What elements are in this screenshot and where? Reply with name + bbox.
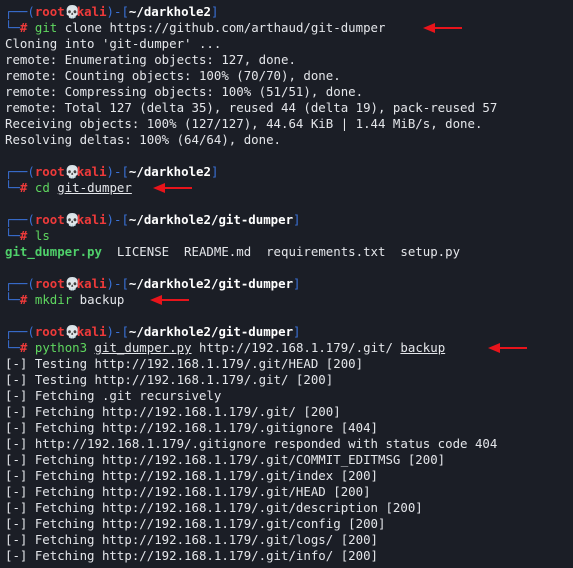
output-line: [-] Fetching http://192.168.1.179/.git/ …	[5, 404, 341, 419]
output-line: [-] Fetching http://192.168.1.179/.git/d…	[5, 500, 423, 515]
prompt-header: ┌──(root💀kali)-[~/darkhole2/git-dumper]	[5, 324, 301, 339]
ls-output: git_dumper.py LICENSE README.md requirem…	[5, 244, 461, 259]
output-line: [-] Fetching http://192.168.1.179/.git/H…	[5, 484, 371, 499]
skull-icon: 💀	[64, 164, 81, 179]
output-line: [-] Fetching http://192.168.1.179/.gitig…	[5, 420, 378, 435]
arrow-annotation-icon	[150, 295, 189, 305]
output-line: Receiving objects: 100% (127/127), 44.64…	[5, 116, 483, 131]
output-line: [-] Fetching http://192.168.1.179/.git/C…	[5, 452, 446, 467]
output-line: remote: Counting objects: 100% (70/70), …	[5, 68, 341, 83]
executable-file: git_dumper.py	[5, 244, 102, 259]
output-line: [-] Fetching http://192.168.1.179/.git/l…	[5, 532, 378, 547]
arrow-annotation-icon	[423, 23, 462, 33]
output-line: [-] Fetching http://192.168.1.179/.git/c…	[5, 516, 386, 531]
prompt-header: ┌──(root💀kali)-[~/darkhole2/git-dumper]	[5, 276, 301, 291]
skull-icon: 💀	[64, 4, 81, 19]
output-line: Cloning into 'git-dumper' ...	[5, 36, 222, 51]
prompt-header: ┌──(root💀kali)-[~/darkhole2]	[5, 4, 219, 19]
arrow-annotation-icon	[153, 183, 192, 193]
output-line: [-] Fetching http://192.168.1.179/.git/i…	[5, 468, 378, 483]
arrow-annotation-icon	[488, 343, 527, 353]
skull-icon: 💀	[64, 324, 81, 339]
command-line: └─# cd git-dumper	[5, 180, 573, 196]
skull-icon: 💀	[64, 212, 81, 227]
output-line: Resolving deltas: 100% (64/64), done.	[5, 132, 282, 147]
prompt-header: ┌──(root💀kali)-[~/darkhole2]	[5, 164, 219, 179]
output-line: [-] http://192.168.1.179/.gitignore resp…	[5, 436, 498, 451]
output-line: [-] Testing http://192.168.1.179/.git/ […	[5, 372, 334, 387]
skull-icon: 💀	[64, 276, 81, 291]
output-line: remote: Compressing objects: 100% (51/51…	[5, 84, 364, 99]
command-line: └─# ls	[5, 228, 50, 243]
prompt-header: ┌──(root💀kali)-[~/darkhole2/git-dumper]	[5, 212, 301, 227]
command-line: └─# mkdir backup	[5, 292, 573, 308]
output-line: [-] Fetching http://192.168.1.179/.git/i…	[5, 548, 378, 563]
output-line: remote: Enumerating objects: 127, done.	[5, 52, 296, 67]
output-line: [-] Testing http://192.168.1.179/.git/HE…	[5, 356, 364, 371]
command-line: └─# git clone https://github.com/arthaud…	[5, 20, 573, 36]
terminal-output[interactable]: ┌──(root💀kali)-[~/darkhole2] └─# git clo…	[0, 0, 573, 564]
output-line: remote: Total 127 (delta 35), reused 44 …	[5, 100, 498, 115]
output-line: [-] Fetching .git recursively	[5, 388, 222, 403]
command-line: └─# python3 git_dumper.py http://192.168…	[5, 340, 573, 356]
